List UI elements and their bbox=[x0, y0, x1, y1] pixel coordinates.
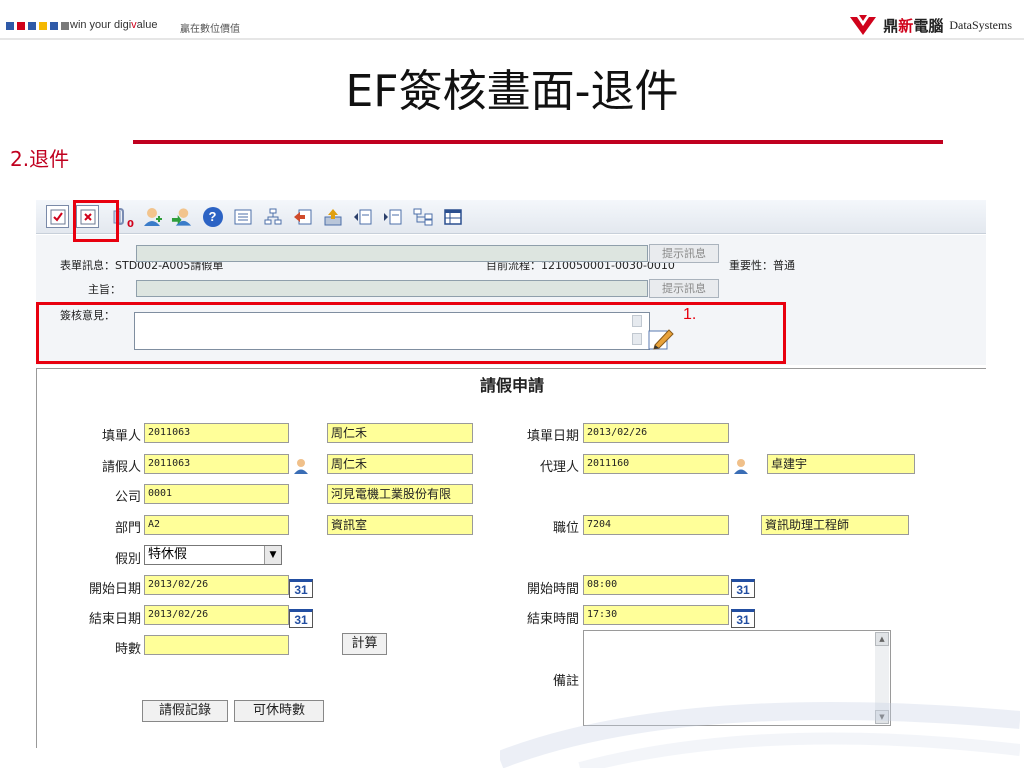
attachment-count: 0 bbox=[127, 219, 134, 230]
agent-label: 代理人 bbox=[539, 460, 579, 475]
leave-type-label: 假別 bbox=[114, 552, 141, 567]
upload-icon bbox=[324, 208, 341, 225]
fill-date-label: 填單日期 bbox=[526, 429, 579, 444]
position-id-field[interactable]: 7204 bbox=[583, 515, 729, 535]
dept-label: 部門 bbox=[114, 521, 141, 536]
org-chart-icon bbox=[413, 208, 432, 225]
leave-person-name-field: 周仁禾 bbox=[327, 454, 473, 474]
approve-icon bbox=[50, 209, 65, 224]
brand-tagline: win your digivalue bbox=[70, 19, 158, 31]
transfer-icon bbox=[171, 207, 192, 226]
start-date-label: 開始日期 bbox=[88, 582, 141, 597]
company-id-field[interactable]: 0001 bbox=[144, 484, 289, 504]
agent-name-field: 卓建宇 bbox=[767, 454, 915, 474]
slide-subtitle: 2.退件 bbox=[10, 147, 70, 171]
upload-button[interactable] bbox=[321, 205, 344, 228]
next-page-icon bbox=[383, 209, 401, 224]
subject-input-field[interactable] bbox=[136, 280, 648, 297]
subject-input[interactable] bbox=[136, 245, 648, 262]
reject-button-highlight bbox=[73, 200, 119, 242]
position-label: 職位 bbox=[552, 521, 579, 536]
leave-person-label: 請假人 bbox=[101, 460, 141, 475]
hint-button[interactable]: 提示訊息 bbox=[649, 244, 719, 263]
start-time-label: 開始時間 bbox=[526, 582, 579, 597]
help-icon: ? bbox=[202, 206, 223, 227]
agent-picker-icon[interactable] bbox=[732, 457, 750, 475]
leave-record-button[interactable]: 請假記錄 bbox=[142, 700, 228, 722]
company-label: 公司 bbox=[114, 490, 141, 505]
end-date-field[interactable]: 2013/02/26 bbox=[144, 605, 289, 625]
title-divider bbox=[133, 140, 943, 144]
form-title: 請假申請 bbox=[479, 376, 544, 395]
brand-squares bbox=[6, 22, 69, 30]
chevron-down-icon: ▼ bbox=[264, 546, 281, 564]
calendar-icon[interactable]: 31 bbox=[731, 579, 755, 598]
return-button[interactable] bbox=[291, 205, 314, 228]
dept-id-field[interactable]: A2 bbox=[144, 515, 289, 535]
position-name-field: 資訊助理工程師 bbox=[761, 515, 909, 535]
form-view-icon bbox=[234, 209, 251, 224]
add-signer-button[interactable] bbox=[141, 205, 164, 228]
logo-mark-icon bbox=[850, 15, 877, 35]
brand-tagline-cn: 贏在數位價值 bbox=[180, 24, 240, 35]
add-signer-icon bbox=[143, 207, 162, 226]
flow-chart-icon bbox=[264, 208, 281, 224]
prev-page-icon bbox=[353, 209, 371, 224]
hours-label: 時數 bbox=[114, 642, 141, 657]
company-name-field: 河見電機工業股份有限 bbox=[327, 484, 473, 504]
background-watermark bbox=[500, 702, 1020, 768]
slide-banner: win your digivalue 贏在數位價值 鼎新電腦 DataSyste… bbox=[0, 0, 1024, 40]
annotation-marker: 1. bbox=[683, 306, 697, 323]
comment-area-highlight bbox=[36, 302, 786, 364]
company-logo: 鼎新電腦 DataSystems bbox=[849, 14, 1012, 36]
person-picker-icon[interactable] bbox=[292, 457, 310, 475]
importance: 重要性：普通 bbox=[729, 259, 795, 272]
dept-name-field: 資訊室 bbox=[327, 515, 473, 535]
filler-name-field: 周仁禾 bbox=[327, 423, 473, 443]
leave-person-id-field[interactable]: 2011063 bbox=[144, 454, 289, 474]
available-hours-button[interactable]: 可休時數 bbox=[234, 700, 324, 722]
toolbar: 0 ? bbox=[36, 200, 986, 234]
approve-button[interactable] bbox=[46, 205, 69, 228]
agent-id-field[interactable]: 2011160 bbox=[583, 454, 729, 474]
logo-en-text: DataSystems bbox=[949, 17, 1012, 32]
filler-label: 填單人 bbox=[101, 429, 141, 444]
form-view-button[interactable] bbox=[231, 205, 254, 228]
grid-button[interactable] bbox=[441, 205, 464, 228]
filler-id-field[interactable]: 2011063 bbox=[144, 423, 289, 443]
prev-page-button[interactable] bbox=[351, 205, 374, 228]
fill-date-field[interactable]: 2013/02/26 bbox=[583, 423, 729, 443]
hours-field[interactable] bbox=[144, 635, 289, 655]
end-date-label: 結束日期 bbox=[88, 612, 141, 627]
transfer-button[interactable] bbox=[171, 205, 194, 228]
hint-button-main[interactable]: 提示訊息 bbox=[649, 279, 719, 298]
flow-chart-button[interactable] bbox=[261, 205, 284, 228]
leave-type-select[interactable]: 特休假 ▼ bbox=[144, 545, 282, 565]
calendar-icon[interactable]: 31 bbox=[289, 609, 313, 628]
logo-cn-text: 鼎新電腦 bbox=[883, 16, 944, 35]
subject-label: 主旨： bbox=[88, 283, 121, 296]
calculate-button[interactable]: 計算 bbox=[342, 633, 387, 655]
next-page-button[interactable] bbox=[381, 205, 404, 228]
org-chart-button[interactable] bbox=[411, 205, 434, 228]
start-time-field[interactable]: 08:00 bbox=[583, 575, 729, 595]
help-button[interactable]: ? bbox=[201, 205, 224, 228]
return-icon bbox=[293, 209, 311, 224]
slide-title: EF簽核畫面-退件 bbox=[345, 66, 679, 117]
grid-icon bbox=[443, 208, 462, 225]
calendar-icon[interactable]: 31 bbox=[289, 579, 313, 598]
start-date-field[interactable]: 2013/02/26 bbox=[144, 575, 289, 595]
